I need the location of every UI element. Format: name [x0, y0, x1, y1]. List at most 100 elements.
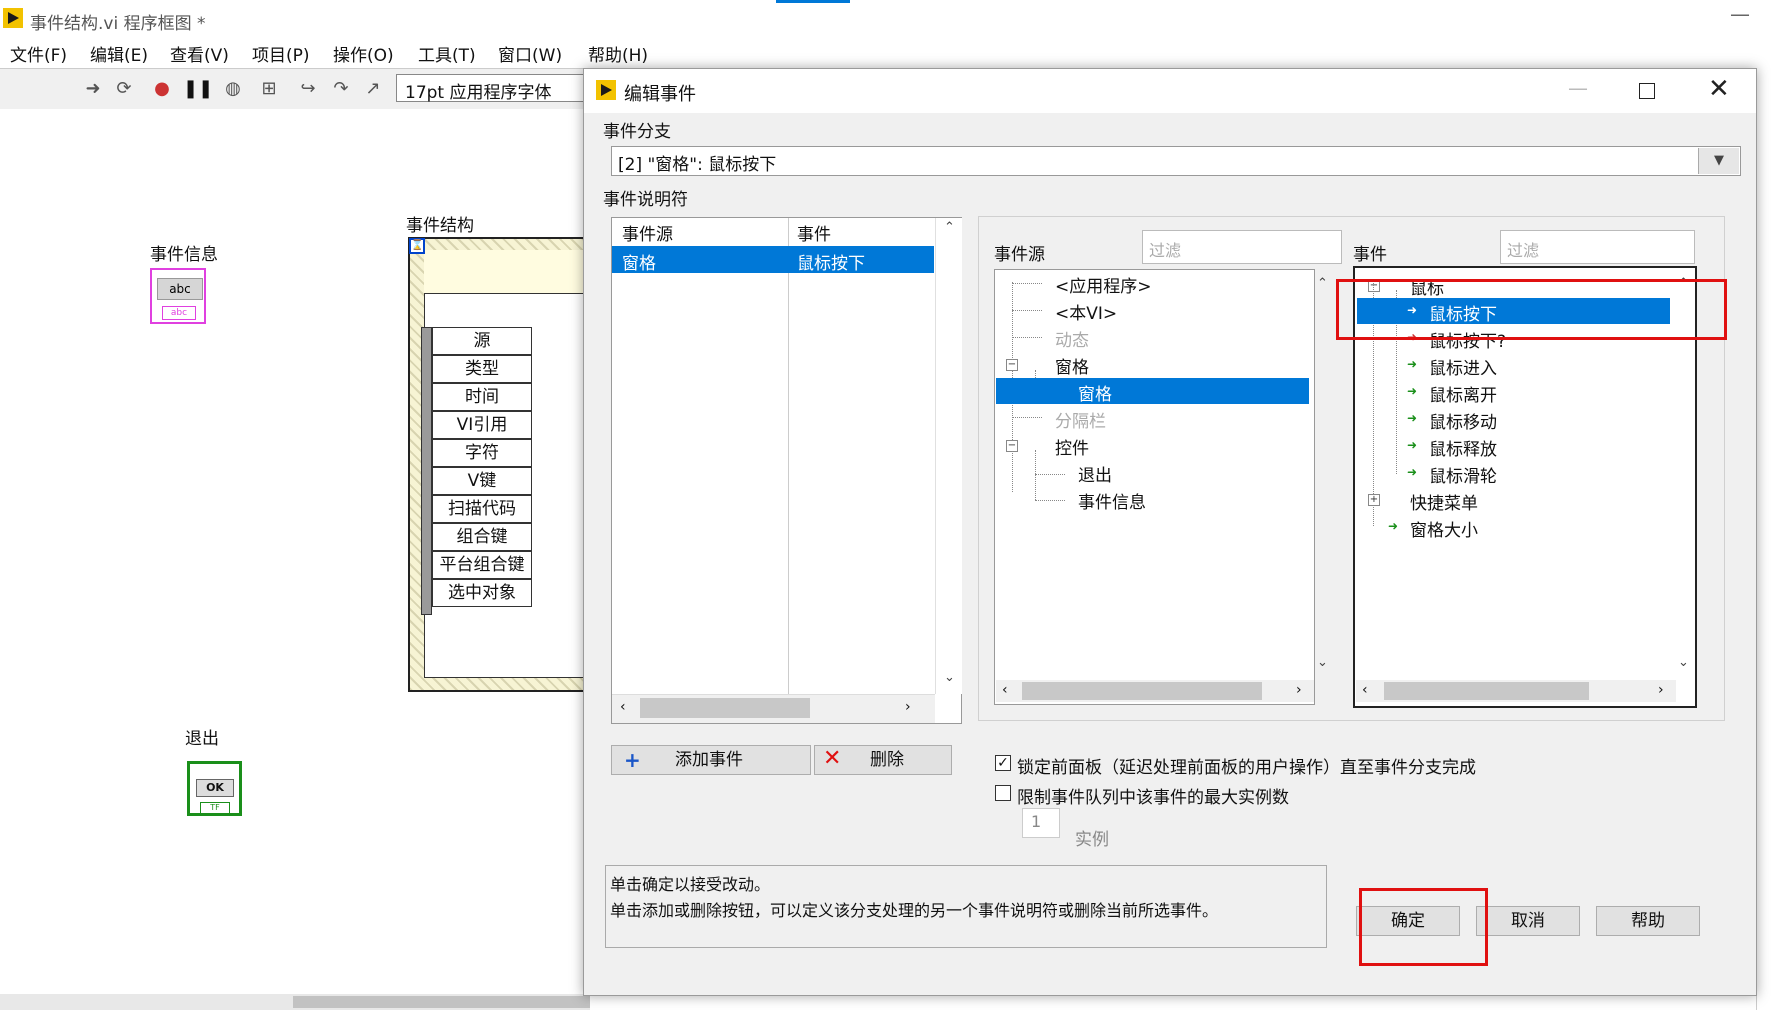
- spec-cell-source[interactable]: 窗格: [622, 249, 656, 274]
- menu-file[interactable]: 文件(F): [10, 41, 67, 66]
- menu-edit[interactable]: 编辑(E): [90, 41, 148, 66]
- tree-item-mouse-leave[interactable]: 鼠标离开: [1429, 381, 1497, 406]
- help-line-1: 单击确定以接受改动。: [610, 875, 771, 894]
- add-event-button[interactable]: + 添加事件: [611, 745, 811, 775]
- branch-label: 事件分支: [603, 122, 671, 142]
- spec-cell-event[interactable]: 鼠标按下: [797, 249, 865, 274]
- chevron-right-icon[interactable]: ›: [1296, 682, 1302, 698]
- event-data-node-handle[interactable]: [421, 327, 432, 615]
- abort-icon[interactable]: ●: [151, 78, 173, 100]
- menu-window[interactable]: 窗口(W): [498, 41, 562, 66]
- tree-line: [1035, 500, 1065, 501]
- tree-item-splitter[interactable]: 分隔栏: [1055, 407, 1106, 432]
- chevron-right-icon[interactable]: ›: [905, 699, 911, 715]
- horizontal-scroll-thumb[interactable]: [293, 996, 590, 1008]
- horizontal-scroll-thumb[interactable]: [1384, 682, 1589, 700]
- delete-x-icon: ✕: [823, 746, 842, 771]
- lock-panel-label: 锁定前面板（延迟处理前面板的用户操作）直至事件分支完成: [1017, 758, 1476, 778]
- menu-help[interactable]: 帮助(H): [588, 41, 648, 66]
- chevron-left-icon[interactable]: ‹: [1362, 682, 1368, 698]
- collapse-toggle-icon[interactable]: −: [1006, 359, 1018, 371]
- help-button[interactable]: 帮助: [1596, 906, 1700, 936]
- run-arrow-icon[interactable]: ➜: [82, 78, 104, 100]
- table-row[interactable]: [612, 246, 934, 273]
- tree-item-application[interactable]: <应用程序>: [1055, 272, 1152, 297]
- node-item[interactable]: 源: [432, 327, 532, 355]
- chevron-left-icon[interactable]: ‹: [1002, 682, 1008, 698]
- tree-item-mouse-enter[interactable]: 鼠标进入: [1429, 354, 1497, 379]
- pause-icon[interactable]: ❚❚: [183, 78, 213, 100]
- chevron-down-icon[interactable]: ⌄: [1678, 655, 1689, 670]
- dialog-maximize-icon[interactable]: [1639, 83, 1655, 99]
- delete-button[interactable]: ✕ 删除: [814, 745, 952, 775]
- menu-view[interactable]: 查看(V): [170, 41, 229, 66]
- node-item[interactable]: 时间: [432, 383, 532, 411]
- highlight-box-selected-event: [1336, 279, 1727, 340]
- node-item[interactable]: 平台组合键: [432, 551, 532, 579]
- event-structure-selector[interactable]: [424, 250, 590, 294]
- tree-item-event-info[interactable]: 事件信息: [1078, 488, 1146, 513]
- chevron-down-icon[interactable]: ⌄: [1317, 655, 1328, 670]
- event-source-tree[interactable]: [994, 269, 1315, 705]
- horizontal-scroll-thumb[interactable]: [640, 698, 810, 718]
- chevron-up-icon[interactable]: ⌃: [944, 220, 955, 235]
- retain-wire-icon[interactable]: ⊞: [258, 78, 280, 100]
- tree-item-mouse-up[interactable]: 鼠标释放: [1429, 435, 1497, 460]
- minimize-icon[interactable]: —: [1730, 2, 1750, 26]
- add-event-label: 添加事件: [675, 750, 743, 770]
- spec-header-source: 事件源: [622, 225, 673, 245]
- tree-item-pane-size[interactable]: 窗格大小: [1410, 516, 1478, 541]
- exit-glyph: OK: [196, 779, 234, 797]
- node-item[interactable]: 字符: [432, 439, 532, 467]
- plus-icon: +: [624, 748, 641, 772]
- help-line-2: 单击添加或删除按钮，可以定义该分支处理的另一个事件说明符或删除当前所选事件。: [610, 901, 1219, 920]
- node-item[interactable]: 类型: [432, 355, 532, 383]
- instances-field[interactable]: 1: [1022, 808, 1060, 838]
- horizontal-scroll-thumb[interactable]: [1022, 682, 1262, 700]
- event-branch-select[interactable]: [2] "窗格": 鼠标按下: [611, 146, 1741, 176]
- tree-item-dynamic[interactable]: 动态: [1055, 326, 1089, 351]
- chevron-left-icon[interactable]: ‹: [620, 699, 626, 715]
- event-specifier-table[interactable]: [611, 217, 962, 724]
- node-item[interactable]: 扫描代码: [432, 495, 532, 523]
- event-info-label: 事件信息: [150, 245, 218, 265]
- cancel-button[interactable]: 取消: [1476, 906, 1580, 936]
- vertical-scrollbar[interactable]: ⌃ ⌄: [935, 218, 962, 694]
- event-info-terminal[interactable]: abc abc: [150, 268, 206, 324]
- collapse-toggle-icon[interactable]: −: [1006, 440, 1018, 452]
- node-item[interactable]: VI引用: [432, 411, 532, 439]
- source-filter-input[interactable]: 过滤: [1142, 230, 1342, 264]
- node-item[interactable]: V键: [432, 467, 532, 495]
- event-filter-input[interactable]: 过滤: [1500, 230, 1695, 264]
- menu-tools[interactable]: 工具(T): [418, 41, 476, 66]
- highlight-bulb-icon[interactable]: ◍: [222, 78, 244, 100]
- step-into-icon[interactable]: ↪: [297, 78, 319, 100]
- dialog-minimize-icon[interactable]: —: [1568, 76, 1588, 100]
- tree-item-shortcut-menu[interactable]: 快捷菜单: [1410, 489, 1478, 514]
- lock-panel-checkbox[interactable]: ✓: [995, 755, 1011, 771]
- chevron-down-icon[interactable]: ▼: [1698, 148, 1739, 174]
- tree-item-pane[interactable]: 窗格: [1078, 380, 1112, 405]
- chevron-right-icon[interactable]: ›: [1658, 682, 1664, 698]
- chevron-up-icon[interactable]: ⌃: [1317, 276, 1328, 291]
- limit-queue-checkbox[interactable]: [995, 785, 1011, 801]
- tree-item-mouse-wheel[interactable]: 鼠标滑轮: [1429, 462, 1497, 487]
- dialog-close-icon[interactable]: ✕: [1708, 74, 1730, 104]
- menu-project[interactable]: 项目(P): [252, 41, 310, 66]
- node-item[interactable]: 选中对象: [432, 579, 532, 607]
- node-item[interactable]: 组合键: [432, 523, 532, 551]
- run-continuous-icon[interactable]: ⟳: [113, 78, 135, 100]
- tree-item-this-vi[interactable]: <本VI>: [1055, 299, 1117, 324]
- timeout-hourglass-icon[interactable]: ⌛: [409, 238, 425, 254]
- step-over-icon[interactable]: ↷: [330, 78, 352, 100]
- chevron-down-icon[interactable]: ⌄: [944, 670, 955, 685]
- tree-item-pane-group[interactable]: 窗格: [1055, 353, 1089, 378]
- menu-operate[interactable]: 操作(O): [333, 41, 394, 66]
- expand-toggle-icon[interactable]: +: [1368, 494, 1380, 506]
- font-select[interactable]: 17pt 应用程序字体: [396, 74, 586, 103]
- tree-item-mouse-move[interactable]: 鼠标移动: [1429, 408, 1497, 433]
- step-out-icon[interactable]: ↗: [362, 78, 384, 100]
- tree-item-controls[interactable]: 控件: [1055, 434, 1089, 459]
- tree-item-exit[interactable]: 退出: [1078, 461, 1112, 486]
- exit-boolean-terminal[interactable]: OK TF: [187, 761, 242, 816]
